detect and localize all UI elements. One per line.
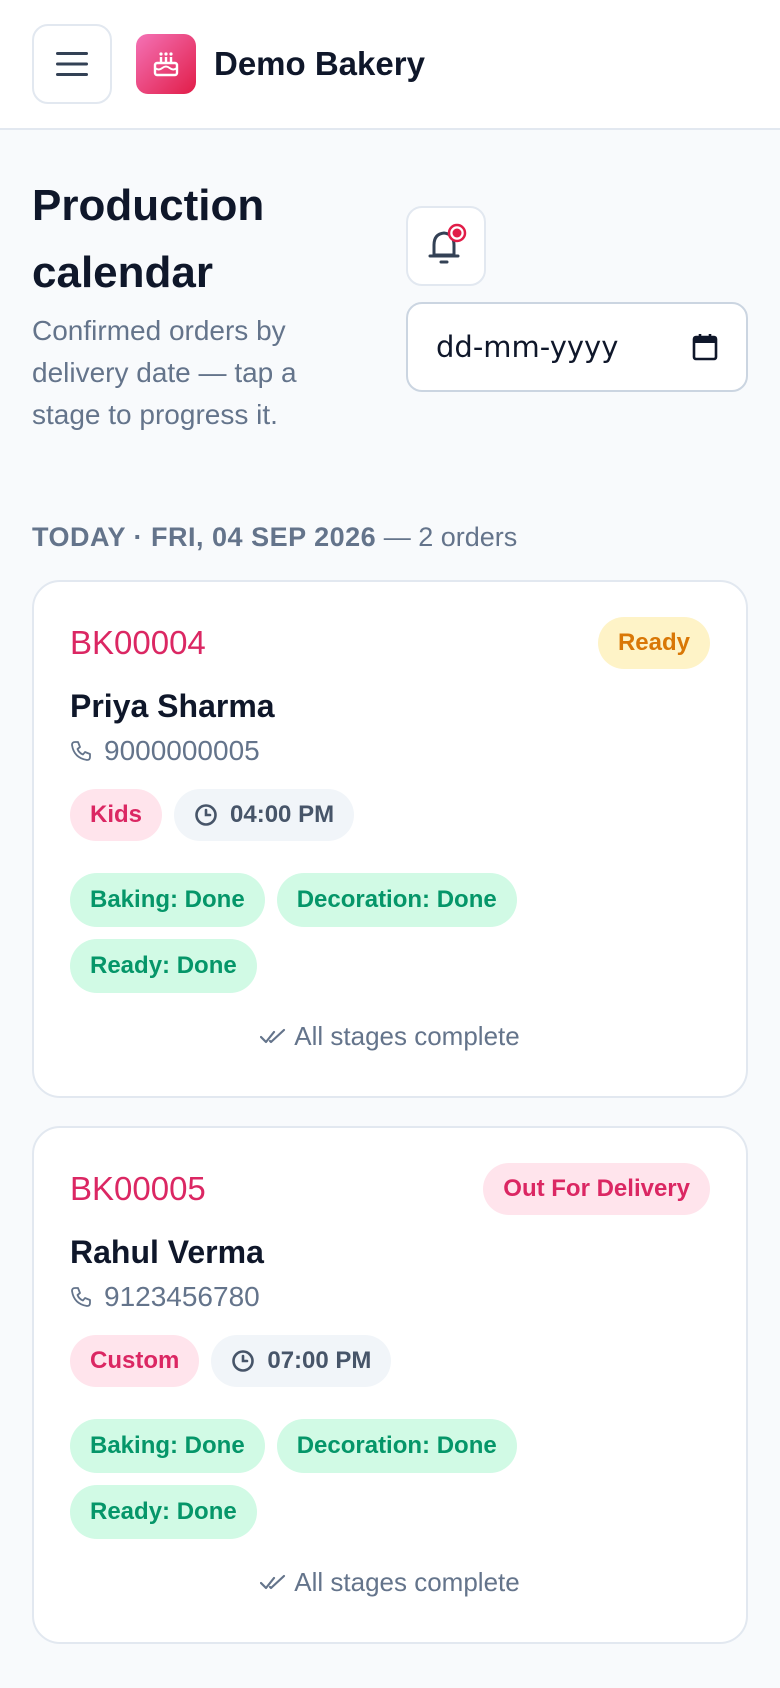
completion-status: All stages complete: [70, 1567, 710, 1598]
stage-baking[interactable]: Baking: Done: [70, 1419, 265, 1473]
stage-ready[interactable]: Ready: Done: [70, 1485, 257, 1539]
notifications-button[interactable]: [406, 206, 486, 286]
completion-label: All stages complete: [294, 1567, 520, 1597]
customer-phone: 9000000005: [70, 735, 710, 767]
stage-decoration[interactable]: Decoration: Done: [276, 1419, 517, 1473]
double-check-icon: [260, 1574, 286, 1589]
customer-name: Rahul Verma: [70, 1234, 264, 1270]
completion-label: All stages complete: [294, 1021, 520, 1051]
double-check-icon: [260, 1028, 286, 1043]
menu-button[interactable]: [32, 24, 112, 104]
customer-name: Priya Sharma: [70, 688, 275, 724]
customer-phone: 9123456780: [70, 1281, 710, 1313]
order-id[interactable]: BK00004: [70, 624, 206, 662]
delivery-time: 04:00 PM: [230, 801, 335, 828]
order-id[interactable]: BK00005: [70, 1170, 206, 1208]
calendar-icon[interactable]: [692, 333, 718, 361]
page-subtitle: Confirmed orders by delivery date — tap …: [32, 315, 297, 430]
stage-ready[interactable]: Ready: Done: [70, 939, 257, 993]
category-tag: Kids: [70, 789, 163, 841]
stage-baking[interactable]: Baking: Done: [70, 873, 265, 927]
delivery-time: 07:00 PM: [267, 1347, 372, 1374]
stage-decoration[interactable]: Decoration: Done: [276, 873, 517, 927]
order-card: BK00004 Ready Priya Sharma 9000000005 Ki…: [32, 580, 748, 1098]
order-count: — 2 orders: [383, 522, 518, 552]
clock-icon: [232, 1350, 255, 1372]
page-title: Production calendar: [32, 181, 265, 297]
page-header: Production calendar Confirmed orders by …: [0, 130, 780, 460]
hamburger-icon: [56, 52, 88, 76]
top-bar: Demo Bakery: [0, 0, 780, 130]
delivery-date-field[interactable]: [406, 302, 748, 392]
order-list: BK00004 Ready Priya Sharma 9000000005 Ki…: [32, 580, 748, 1672]
phone-icon: [71, 1287, 91, 1307]
cake-icon: [153, 52, 179, 77]
clock-icon: [195, 804, 217, 826]
status-badge: Out For Delivery: [483, 1163, 710, 1215]
app-logo: [136, 34, 196, 94]
phone-icon: [71, 741, 91, 761]
completion-status: All stages complete: [70, 1021, 710, 1052]
day-label: TODAY · FRI, 04 SEP 2026: [32, 522, 377, 552]
phone-number[interactable]: 9000000005: [104, 735, 260, 767]
order-card: BK00005 Out For Delivery Rahul Verma 912…: [32, 1126, 748, 1644]
day-section-label: TODAY · FRI, 04 SEP 2026 — 2 orders: [32, 522, 517, 553]
bell-icon: [428, 223, 467, 264]
date-input[interactable]: [436, 330, 666, 364]
phone-number[interactable]: 9123456780: [104, 1281, 260, 1313]
app-title: Demo Bakery: [214, 45, 425, 82]
delivery-time-tag: 04:00 PM: [174, 789, 355, 841]
category-tag: Custom: [70, 1335, 200, 1387]
status-badge: Ready: [597, 617, 710, 669]
delivery-time-tag: 07:00 PM: [211, 1335, 392, 1387]
